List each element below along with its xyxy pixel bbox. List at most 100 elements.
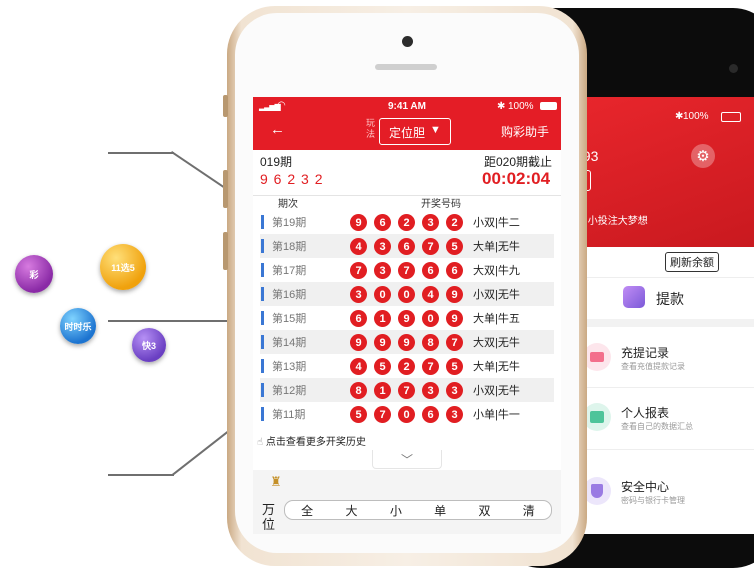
- settings-gear-icon[interactable]: ⚙: [691, 144, 715, 168]
- number-ball: 0: [422, 310, 439, 327]
- row-result: 大单|牛五: [473, 313, 520, 325]
- table-row: 第17期 7 3 7 6 6 大双|牛九: [260, 258, 554, 282]
- menu-subtitle: 查看充值提款记录: [621, 362, 685, 371]
- number-ball: 5: [374, 358, 391, 375]
- number-ball: 7: [398, 382, 415, 399]
- number-ball: 7: [422, 238, 439, 255]
- current-numbers: 9 6 2 3 2: [260, 171, 324, 187]
- number-ball: 4: [350, 238, 367, 255]
- bluetooth-icon: ✱: [497, 101, 506, 112]
- connector-line: [108, 152, 174, 154]
- battery-text: 100%: [683, 111, 709, 122]
- account-header: ✱ 100% 293 ⚙ 天 小投注大梦想: [575, 97, 754, 247]
- logo-text: 11选5: [111, 262, 135, 273]
- menu-item[interactable]: 个人报表 查看自己的数据汇总: [575, 387, 754, 450]
- shield-icon: [583, 477, 611, 505]
- select-value: 定位胆: [389, 126, 426, 140]
- row-period: 第15期: [272, 313, 307, 325]
- table-row: 第18期 4 3 6 7 5 大单|无牛: [260, 234, 554, 258]
- top-red-bar: ▂▃▅▆ ◠ 9:41 AM ✱ 100% ← 玩法 定位胆 ▼ 购彩助手: [253, 97, 561, 150]
- menu-item[interactable]: 安全中心 密码与银行卡管理: [575, 449, 754, 519]
- row-period: 第16期: [272, 289, 307, 301]
- menu-title: 充提记录: [621, 346, 670, 360]
- number-ball: 1: [374, 310, 391, 327]
- camera-icon: [402, 36, 413, 47]
- divider: [575, 319, 754, 327]
- number-ball: 3: [350, 286, 367, 303]
- number-ball: 6: [350, 310, 367, 327]
- draw-info: 019期 9 6 2 3 2 距020期截止 00:02:04: [253, 150, 561, 195]
- volume-up-button: [223, 170, 228, 208]
- header-numbers: 开奖号码: [421, 199, 461, 210]
- play-mode-select[interactable]: 定位胆 ▼: [379, 118, 451, 145]
- position-option-button[interactable]: 清: [523, 502, 535, 519]
- table-row: 第13期 4 5 2 7 5 大单|无牛: [260, 354, 554, 378]
- number-ball: 2: [398, 214, 415, 231]
- lottery-logo-ball: 快3: [132, 328, 166, 362]
- table-row: 第15期 6 1 9 0 9 大单|牛五: [260, 306, 554, 330]
- number-ball: 0: [374, 286, 391, 303]
- position-option-button[interactable]: 全: [301, 502, 313, 519]
- number-ball: 3: [422, 382, 439, 399]
- connector-line: [108, 474, 174, 476]
- position-option-button[interactable]: 小: [390, 502, 402, 519]
- number-ball: 7: [350, 262, 367, 279]
- row-period: 第12期: [272, 385, 307, 397]
- connector-line: [108, 320, 233, 322]
- countdown-timer: 00:02:04: [482, 169, 551, 188]
- number-ball: 9: [350, 214, 367, 231]
- back-arrow-icon[interactable]: ←: [270, 121, 285, 138]
- expand-chevron-down-icon[interactable]: ﹀: [372, 450, 442, 469]
- row-result: 大双|无牛: [473, 337, 520, 349]
- number-ball: 9: [350, 334, 367, 351]
- speaker-grille: [375, 64, 437, 70]
- number-ball: 5: [446, 238, 463, 255]
- number-ball: 5: [350, 406, 367, 423]
- purchase-helper-link[interactable]: 购彩助手: [501, 123, 549, 140]
- row-marker: [261, 215, 264, 229]
- refresh-balance-button[interactable]: 刷新余额: [665, 252, 719, 272]
- number-ball: 7: [446, 334, 463, 351]
- wallet-icon: [623, 286, 645, 308]
- position-options: 全大小单双清: [284, 500, 552, 520]
- battery-icon: [540, 102, 557, 110]
- row-marker: [261, 383, 264, 397]
- number-ball: 4: [422, 286, 439, 303]
- withdraw-label: 提款: [656, 291, 684, 307]
- menu-title: 安全中心: [621, 480, 670, 494]
- number-ball: 9: [374, 334, 391, 351]
- number-ball: 7: [422, 358, 439, 375]
- number-ball: 6: [398, 238, 415, 255]
- table-row: 第12期 8 1 7 3 3 小双|无牛: [260, 378, 554, 402]
- row-period: 第19期: [272, 217, 307, 229]
- lottery-logo-ball: 11选5: [100, 244, 146, 290]
- number-ball: 4: [350, 358, 367, 375]
- report-icon: [583, 403, 611, 431]
- row-marker: [261, 287, 264, 301]
- balance-bar: 刷新余额: [575, 247, 754, 277]
- row-result: 大双|牛九: [473, 265, 520, 277]
- menu-subtitle: 查看自己的数据汇总: [621, 422, 693, 431]
- lottery-logo-ball: 时时乐: [60, 308, 96, 344]
- number-ball: 9: [398, 334, 415, 351]
- menu-item[interactable]: 充提记录 查看充值提款记录: [575, 327, 754, 388]
- number-ball: 3: [446, 406, 463, 423]
- position-option-button[interactable]: 单: [434, 502, 446, 519]
- withdraw-row[interactable]: 提款: [575, 277, 754, 320]
- position-option-button[interactable]: 大: [345, 502, 357, 519]
- position-option-button[interactable]: 双: [478, 502, 490, 519]
- row-result: 小双|无牛: [473, 385, 520, 397]
- card-icon: [583, 343, 611, 371]
- row-marker: [261, 407, 264, 421]
- number-ball: 9: [446, 310, 463, 327]
- position-label: 位: [262, 517, 276, 532]
- number-ball: 6: [374, 214, 391, 231]
- row-period: 第11期: [272, 409, 306, 421]
- number-ball: 5: [446, 358, 463, 375]
- number-ball: 0: [398, 286, 415, 303]
- dropdown-triangle-icon: ▼: [430, 124, 441, 136]
- volume-down-button: [223, 232, 228, 270]
- number-ball: 7: [374, 406, 391, 423]
- more-history-link[interactable]: ☝ 点击查看更多开奖历史: [257, 433, 366, 448]
- more-history-text: 点击查看更多开奖历史: [265, 437, 366, 448]
